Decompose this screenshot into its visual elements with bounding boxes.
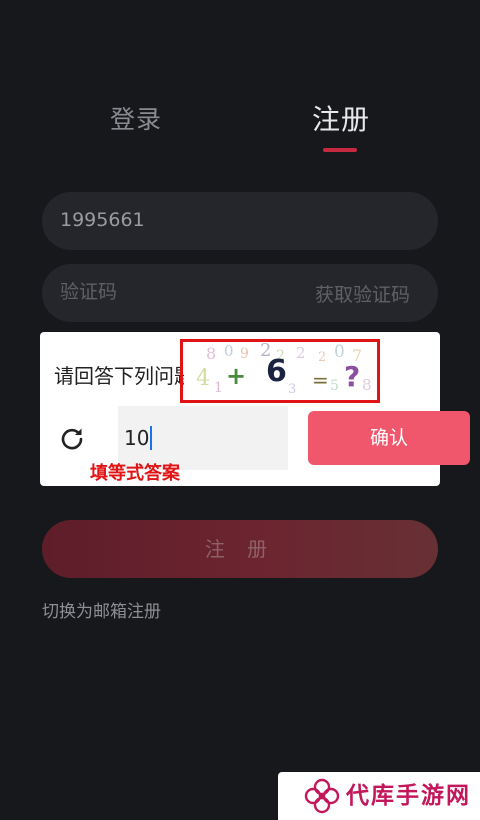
phone-value: 1995661 — [60, 209, 145, 231]
captcha-image[interactable]: 8 0 9 2 2 2 2 0 7 4 1 3 5 8 + 6 = ? — [184, 340, 384, 408]
register-screen: 登录 注册 1995661 验证码 获取验证码 注 册 切换为邮箱注册 请回答下… — [0, 0, 480, 820]
flower-logo-icon — [302, 776, 342, 816]
verification-code-field[interactable]: 验证码 获取验证码 — [42, 264, 438, 322]
tab-register[interactable]: 注册 — [312, 103, 370, 137]
captcha-question: 请回答下列问题 — [54, 364, 194, 388]
refresh-icon[interactable] — [58, 424, 86, 452]
register-button[interactable]: 注 册 — [42, 520, 438, 578]
active-tab-indicator — [323, 148, 357, 152]
get-code-button[interactable]: 获取验证码 — [315, 282, 410, 308]
watermark: 代库手游网 — [278, 772, 480, 820]
text-caret — [150, 426, 153, 450]
captcha-question-mark: ? — [344, 360, 361, 393]
captcha-digit: 6 — [266, 354, 287, 389]
watermark-text: 代库手游网 — [346, 783, 471, 809]
switch-to-email-link[interactable]: 切换为邮箱注册 — [42, 600, 161, 624]
code-placeholder: 验证码 — [60, 281, 118, 303]
annotation-hint: 填等式答案 — [90, 463, 180, 484]
answer-value: 10 — [124, 426, 150, 450]
confirm-button[interactable]: 确认 — [308, 411, 470, 465]
captcha-equals-glyph: = — [312, 368, 329, 392]
tab-login[interactable]: 登录 — [110, 103, 162, 137]
captcha-plus-glyph: + — [226, 362, 247, 390]
captcha-dialog: 请回答下列问题 8 0 9 2 2 2 2 0 7 4 1 3 5 8 + 6 … — [40, 332, 470, 486]
phone-field[interactable]: 1995661 — [42, 192, 438, 250]
